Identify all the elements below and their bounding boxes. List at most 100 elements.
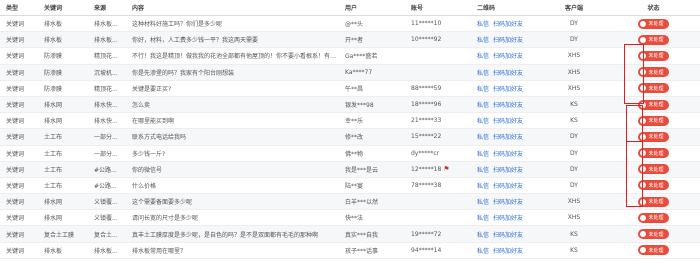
cell-content[interactable]: 你是先渗堡的吗？我家有个阳台刚想装 [126, 64, 339, 81]
cell-source[interactable]: 精顶花... [88, 47, 126, 65]
private-message-link[interactable]: 私信 [477, 134, 489, 141]
status-toggle[interactable]: 未处理 [638, 99, 669, 110]
scan-add-friend-link[interactable]: 扫码加好友 [493, 37, 523, 44]
cell-content[interactable]: 什么价格 [126, 177, 339, 195]
status-toggle[interactable]: 未处理 [638, 34, 669, 45]
cell-content[interactable]: 请问长宽的尺寸是多少呢 [126, 209, 339, 227]
private-message-link[interactable]: 私信 [477, 37, 489, 44]
cell-content[interactable]: 你好，材料，人工费多少钱一平？我这两天需要 [126, 31, 339, 49]
cell-content[interactable]: 你的微信号 [126, 161, 339, 178]
scan-add-friend-link[interactable]: 扫码加好友 [493, 102, 523, 109]
scan-add-friend-link[interactable]: 扫码加好友 [493, 151, 523, 158]
private-message-link[interactable]: 私信 [477, 86, 489, 93]
cell-content[interactable]: 怎么卖 [126, 96, 339, 114]
status-toggle[interactable]: 未处理 [638, 83, 669, 94]
cell-user[interactable]: 佛**物 [339, 145, 405, 162]
cell-source[interactable]: 排水板... [88, 31, 126, 49]
private-message-link[interactable]: 私信 [477, 199, 489, 206]
cell-user[interactable]: @**头 [339, 15, 405, 33]
cell-user[interactable]: Ga****盛若 [339, 47, 405, 65]
cell-user[interactable]: 孩子***话事 [339, 242, 405, 259]
cell-source[interactable]: 一部分... [88, 145, 126, 162]
scan-add-friend-link[interactable]: 扫码加好友 [493, 53, 523, 60]
scan-add-friend-link[interactable]: 扫码加好友 [493, 167, 523, 174]
cell-source[interactable]: 排水快... [88, 112, 126, 130]
scan-add-friend-link[interactable]: 扫码加好友 [493, 134, 523, 141]
scan-add-friend-link[interactable]: 扫码加好友 [493, 232, 523, 239]
cell-content[interactable]: 排水板常用在哪里？ [126, 242, 339, 259]
status-toggle[interactable]: 未处理 [638, 245, 669, 256]
cell-type: 关键词 [0, 177, 38, 195]
cell-user[interactable]: 开**者 [339, 31, 405, 49]
scan-add-friend-link[interactable]: 扫码加好友 [493, 248, 523, 255]
cell-user[interactable]: 真实***自我 [339, 225, 405, 243]
private-message-link[interactable]: 私信 [477, 21, 489, 28]
cell-user[interactable]: 快**法 [339, 209, 405, 227]
cell-source[interactable]: 排水板... [88, 15, 126, 33]
cell-source[interactable]: #公路... [88, 161, 126, 178]
cell-user[interactable]: Ka****77 [339, 64, 405, 81]
cell-source[interactable]: 排水快... [88, 96, 126, 114]
cell-client: DY [541, 145, 607, 162]
cell-source[interactable]: #公路... [88, 177, 126, 195]
cell-source[interactable]: 复合土... [88, 225, 126, 243]
status-toggle[interactable]: 未处理 [638, 180, 669, 191]
cell-source[interactable]: 一部分... [88, 128, 126, 146]
cell-content[interactable]: 真丰土工膜厚度是多少呢，是自色的吗？是不是双面都有毛毛的那种啊 [126, 225, 339, 243]
scan-add-friend-link[interactable]: 扫码加好友 [493, 86, 523, 93]
cell-user[interactable]: 银发***98 [339, 96, 405, 114]
status-toggle[interactable]: 未处理 [638, 196, 669, 207]
status-label: 未处理 [648, 215, 664, 222]
cell-user[interactable]: 我是***是云 [339, 161, 405, 178]
private-message-link[interactable]: 私信 [477, 102, 489, 109]
cell-account: dy*****cr [405, 145, 471, 162]
cell-content[interactable]: 多少钱一斤? [126, 145, 339, 162]
status-toggle[interactable]: 未处理 [638, 212, 669, 223]
cell-content[interactable]: 这个需要备面要多少呢 [126, 193, 339, 211]
private-message-link[interactable]: 私信 [477, 167, 489, 174]
status-toggle[interactable]: 未处理 [638, 148, 669, 159]
cell-content[interactable]: 不行！我这是精顶！做我我的花池全部都有他屋顶的！你不要小看根系！有个商品房的精顶… [126, 47, 339, 65]
scan-add-friend-link[interactable]: 扫码加好友 [493, 70, 523, 77]
cell-content[interactable]: 联系方式电话给我吗 [126, 128, 339, 146]
cell-source[interactable]: 义镇覆... [88, 209, 126, 227]
cell-content[interactable]: 在哪里能买到啊 [126, 112, 339, 130]
status-toggle[interactable]: 未处理 [638, 164, 669, 175]
private-message-link[interactable]: 私信 [477, 53, 489, 60]
private-message-link[interactable]: 私信 [477, 248, 489, 255]
private-message-link[interactable]: 私信 [477, 70, 489, 77]
scan-add-friend-link[interactable]: 扫码加好友 [493, 21, 523, 28]
cell-status: 未处理 [607, 225, 700, 243]
cell-status: 未处理 [607, 96, 700, 114]
cell-content[interactable]: 这种材料好施工吗？你们是多少呢 [126, 15, 339, 33]
cell-source[interactable]: 精顶花... [88, 80, 126, 97]
cell-user[interactable]: 修**改 [339, 128, 405, 146]
cell-source[interactable]: 沉坡机... [88, 64, 126, 81]
cell-content[interactable]: 关键是要正买? [126, 80, 339, 97]
cell-actions: 私信 扫码加好友 [471, 193, 541, 211]
scan-add-friend-link[interactable]: 扫码加好友 [493, 118, 523, 125]
cell-status: 未处理 [607, 47, 700, 65]
status-toggle[interactable]: 未处理 [638, 67, 669, 78]
status-toggle[interactable]: 未处理 [638, 229, 669, 240]
private-message-link[interactable]: 私信 [477, 215, 489, 222]
status-toggle[interactable]: 未处理 [638, 18, 669, 29]
status-toggle[interactable]: 未处理 [638, 131, 669, 142]
scan-add-friend-link[interactable]: 扫码加好友 [493, 183, 523, 190]
scan-add-friend-link[interactable]: 扫码加好友 [493, 199, 523, 206]
status-toggle[interactable]: 未处理 [638, 50, 669, 61]
cell-user[interactable]: 幸**乐 [339, 112, 405, 130]
cell-source[interactable]: 义镇覆... [88, 193, 126, 211]
status-toggle[interactable]: 未处理 [638, 115, 669, 126]
cell-source[interactable]: 排水板... [88, 242, 126, 259]
scan-add-friend-link[interactable]: 扫码加好友 [493, 215, 523, 222]
private-message-link[interactable]: 私信 [477, 232, 489, 239]
private-message-link[interactable]: 私信 [477, 118, 489, 125]
cell-user[interactable]: 白羊***以然 [339, 193, 405, 211]
cell-user[interactable]: 陆**宴 [339, 177, 405, 195]
private-message-link[interactable]: 私信 [477, 151, 489, 158]
private-message-link[interactable]: 私信 [477, 183, 489, 190]
cell-account: 78*****38 [405, 177, 471, 195]
cell-account [405, 64, 471, 81]
cell-user[interactable]: 午**昌 [339, 80, 405, 97]
